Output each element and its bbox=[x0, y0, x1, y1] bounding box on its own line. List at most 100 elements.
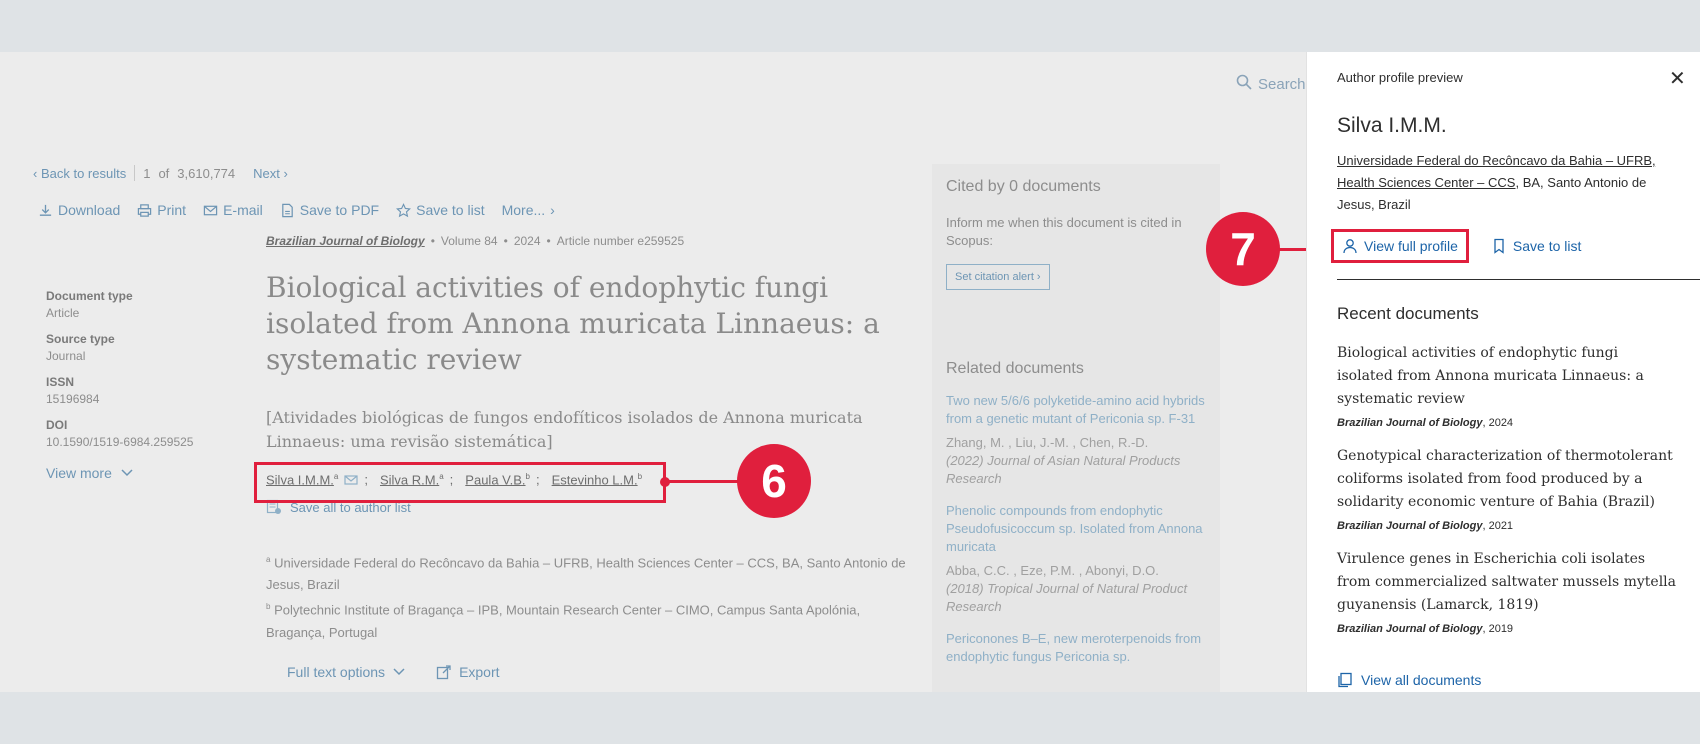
related-heading: Related documents bbox=[946, 360, 1084, 377]
scopus-page: Search ‹ Back to results 1 of 3,610,774 … bbox=[0, 52, 1700, 692]
recent-document-title[interactable]: Genotypical characterization of thermoto… bbox=[1337, 445, 1677, 514]
affiliation-sup: b bbox=[266, 602, 271, 612]
save-pdf-button[interactable]: Save to PDF bbox=[280, 202, 379, 218]
recent-document-title[interactable]: Virulence genes in Escherichia coli isol… bbox=[1337, 548, 1677, 617]
mail-icon bbox=[203, 205, 218, 215]
doc-type-value: Article bbox=[46, 306, 80, 320]
related-ref: (2018) Tropical Journal of Natural Produ… bbox=[946, 581, 1188, 614]
recent-document: Biological activities of endophytic fung… bbox=[1337, 342, 1677, 429]
authors-highlight-box bbox=[254, 462, 666, 503]
affiliation-item: b Polytechnic Institute of Bragança – IP… bbox=[266, 596, 906, 643]
connector-line bbox=[664, 480, 744, 483]
view-all-label: View all documents bbox=[1361, 672, 1482, 688]
result-of: of bbox=[158, 165, 170, 181]
affiliation-text: Universidade Federal do Recôncavo da Bah… bbox=[266, 555, 906, 593]
bookmark-icon bbox=[1494, 238, 1504, 254]
affiliation-item: a Universidade Federal do Recôncavo da B… bbox=[266, 549, 906, 596]
related-title-link[interactable]: Periconones B–E, new meroterpenoids from… bbox=[946, 630, 1206, 666]
save-to-list-button[interactable]: Save to list bbox=[396, 202, 485, 218]
print-button[interactable]: Print bbox=[137, 202, 186, 218]
recent-document: Genotypical characterization of thermoto… bbox=[1337, 445, 1677, 532]
author-affiliation: Universidade Federal do Recôncavo da Bah… bbox=[1337, 150, 1677, 216]
documents-icon bbox=[1338, 672, 1352, 688]
full-text-options-button[interactable]: Full text options bbox=[287, 664, 406, 680]
doi-value: 10.1590/1519-6984.259525 bbox=[46, 435, 194, 449]
search-icon bbox=[1236, 74, 1252, 94]
issn-label: ISSN bbox=[46, 375, 75, 389]
related-authors: Zhang, M. , Liu, J.-M. , Chen, R.-D. bbox=[946, 435, 1149, 450]
recent-document-journal: Brazilian Journal of Biology bbox=[1337, 417, 1483, 429]
journal-link[interactable]: Brazilian Journal of Biology bbox=[266, 234, 425, 248]
save-pdf-label: Save to PDF bbox=[299, 202, 380, 218]
save-to-list-button[interactable]: Save to list bbox=[1483, 229, 1589, 263]
download-button[interactable]: Download bbox=[38, 202, 120, 218]
cited-heading: Cited by 0 documents bbox=[946, 178, 1101, 195]
close-icon[interactable]: ✕ bbox=[1669, 66, 1686, 91]
related-meta: Zhang, M. , Liu, J.-M. , Chen, R.-D. (202… bbox=[946, 434, 1206, 488]
source-type-value: Journal bbox=[46, 349, 86, 363]
document-metadata: Document type Article Source type Journa… bbox=[46, 289, 246, 481]
download-icon bbox=[39, 204, 52, 216]
star-icon bbox=[396, 202, 412, 217]
document-details: Search ‹ Back to results 1 of 3,610,774 … bbox=[0, 52, 1306, 692]
save-to-list-label: Save to list bbox=[416, 202, 485, 218]
view-full-profile-button[interactable]: View full profile bbox=[1331, 229, 1469, 263]
doi-label: DOI bbox=[46, 418, 68, 432]
back-to-results-link[interactable]: ‹ Back to results bbox=[33, 166, 126, 181]
related-title-link[interactable]: Phenolic compounds from endophytic Pseud… bbox=[946, 502, 1206, 556]
view-more-button[interactable]: View more bbox=[46, 465, 246, 481]
related-ref: (2022) Journal of Asian Natural Products… bbox=[946, 453, 1181, 486]
recent-document-year: , 2021 bbox=[1482, 520, 1514, 532]
related-title-link[interactable]: Two new 5/6/6 polyketide-amino acid hybr… bbox=[946, 392, 1206, 428]
search-button[interactable]: Search bbox=[1236, 74, 1306, 94]
nav-divider bbox=[134, 165, 136, 181]
download-label: Download bbox=[58, 202, 121, 218]
recent-document-journal: Brazilian Journal of Biology bbox=[1337, 520, 1483, 532]
email-button[interactable]: E-mail bbox=[203, 202, 263, 218]
more-button[interactable]: More... › bbox=[502, 202, 555, 218]
profile-actions: View full profile Save to list bbox=[1331, 229, 1589, 263]
result-total: 3,610,774 bbox=[177, 165, 236, 181]
pdf-icon bbox=[281, 203, 293, 217]
article-translated-title: [Atividades biológicas de fungos endofít… bbox=[266, 408, 863, 451]
view-all-documents-button[interactable]: View all documents bbox=[1337, 672, 1481, 688]
print-label: Print bbox=[157, 202, 187, 218]
export-icon bbox=[436, 665, 451, 680]
recent-document-year: , 2024 bbox=[1482, 417, 1514, 429]
search-label: Search bbox=[1258, 75, 1306, 93]
related-authors: Abba, C.C. , Eze, P.M. , Abonyi, D.O. bbox=[946, 563, 1159, 578]
next-label: Next bbox=[253, 165, 280, 181]
more-label: More... bbox=[501, 202, 546, 218]
export-button[interactable]: Export bbox=[436, 664, 500, 680]
chevron-down-icon bbox=[121, 469, 133, 477]
recent-documents-list: Biological activities of endophytic fung… bbox=[1337, 342, 1677, 651]
issn-value: 15196984 bbox=[46, 392, 100, 406]
user-icon bbox=[1343, 239, 1357, 254]
save-to-list-label: Save to list bbox=[1512, 238, 1582, 254]
back-label: Back to results bbox=[40, 165, 127, 181]
full-text-bar: Full text options Export bbox=[287, 664, 500, 680]
recent-document-source: Brazilian Journal of Biology, 2019 bbox=[1337, 623, 1677, 635]
alert-label: Set citation alert bbox=[955, 271, 1034, 283]
result-index: 1 bbox=[143, 165, 151, 181]
doc-type-label: Document type bbox=[46, 289, 133, 303]
export-label: Export bbox=[459, 664, 500, 680]
article-title: Biological activities of endophytic fung… bbox=[266, 271, 880, 376]
recent-documents-heading: Recent documents bbox=[1337, 304, 1479, 323]
panel-divider bbox=[1337, 279, 1700, 280]
author-profile-preview-panel: Author profile preview ✕ Silva I.M.M. Un… bbox=[1306, 52, 1700, 692]
result-navigation: ‹ Back to results 1 of 3,610,774 Next › bbox=[33, 165, 288, 181]
recent-document-title[interactable]: Biological activities of endophytic fung… bbox=[1337, 342, 1677, 411]
cited-text: Inform me when this document is cited in… bbox=[946, 215, 1182, 248]
step-badge-6: 6 bbox=[737, 444, 811, 518]
recent-document-source: Brazilian Journal of Biology, 2024 bbox=[1337, 417, 1677, 429]
chevron-down-icon bbox=[393, 668, 405, 676]
related-item: Periconones B–E, new meroterpenoids from… bbox=[946, 630, 1206, 666]
source-line: Brazilian Journal of Biology • Volume 84… bbox=[266, 234, 684, 248]
related-item: Phenolic compounds from endophytic Pseud… bbox=[946, 502, 1206, 616]
view-more-label: View more bbox=[46, 465, 112, 481]
volume: Volume 84 bbox=[440, 234, 498, 248]
set-citation-alert-button[interactable]: Set citation alert › bbox=[946, 264, 1050, 290]
next-link[interactable]: Next › bbox=[253, 166, 288, 181]
recent-document-journal: Brazilian Journal of Biology bbox=[1337, 623, 1483, 635]
